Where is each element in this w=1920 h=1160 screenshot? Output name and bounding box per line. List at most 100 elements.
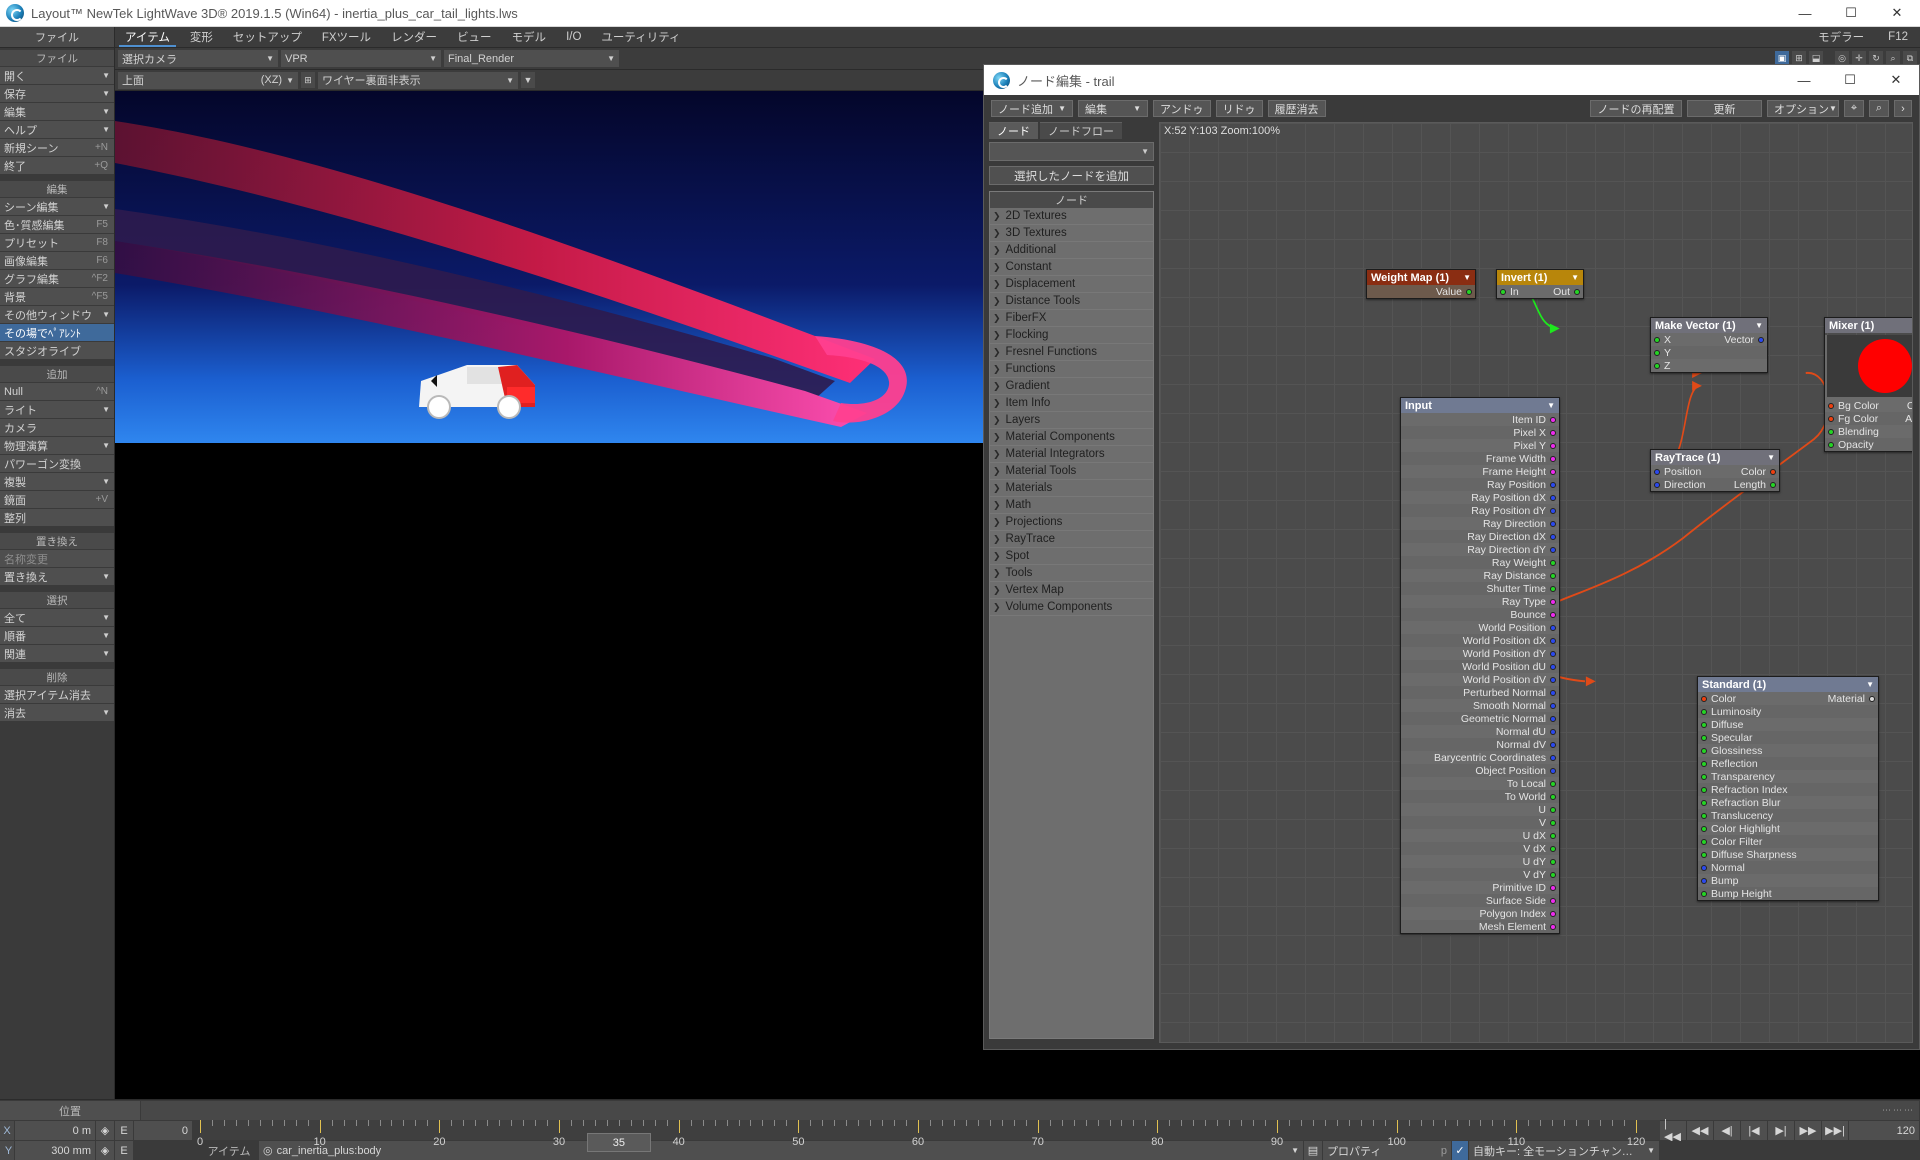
node-port-row[interactable]: Bounce — [1401, 608, 1559, 621]
render-mode-combo[interactable]: VPR ▼ — [281, 50, 441, 67]
chevron-right-icon[interactable]: ❯ — [993, 398, 1001, 409]
sidebar-item-2-3[interactable]: 物理演算 ▼ — [0, 437, 114, 454]
output-port-dot[interactable] — [1550, 455, 1556, 462]
node-standard[interactable]: Standard (1) ▼ Color Material Luminosity Diff… — [1697, 676, 1879, 901]
node-port-row[interactable]: Reflection — [1698, 757, 1878, 770]
node-port-row[interactable]: Pixel Y — [1401, 439, 1559, 452]
item-select-combo[interactable]: ◎ car_inertia_plus:body ▼ — [259, 1141, 1303, 1160]
node-port-row[interactable]: Position Color — [1651, 465, 1779, 478]
node-port-row[interactable]: Color Highlight — [1698, 822, 1878, 835]
chevron-right-icon[interactable]: ❯ — [993, 568, 1001, 579]
node-category-item[interactable]: ❯ FiberFX — [990, 310, 1153, 327]
output-port-dot[interactable] — [1550, 884, 1556, 891]
node-port-row[interactable]: Ray Direction dX — [1401, 530, 1559, 543]
axis-value-x[interactable]: 0 m — [15, 1121, 95, 1140]
node-port-row[interactable]: Ray Distance — [1401, 569, 1559, 582]
output-port-dot[interactable] — [1550, 494, 1556, 501]
chevron-right-icon[interactable]: ❯ — [993, 551, 1001, 562]
output-port-dot[interactable] — [1550, 845, 1556, 852]
chevron-right-icon[interactable]: ❯ — [993, 449, 1001, 460]
output-port-dot[interactable] — [1466, 288, 1472, 295]
chevron-right-icon[interactable]: ❯ — [993, 466, 1001, 477]
node-port-row[interactable]: Primitive ID — [1401, 881, 1559, 894]
node-editor-maximize-button[interactable]: ☐ — [1827, 67, 1873, 94]
search-icon-2[interactable]: ⌕ — [1869, 100, 1889, 117]
input-port-dot[interactable] — [1701, 890, 1707, 897]
node-header[interactable]: Mixer (1)▼ — [1825, 318, 1912, 333]
output-port-dot[interactable] — [1550, 793, 1556, 800]
node-port-row[interactable]: World Position — [1401, 621, 1559, 634]
render-preset-combo[interactable]: Final_Render ▼ — [444, 50, 619, 67]
node-port-row[interactable]: World Position dU — [1401, 660, 1559, 673]
node-port-row[interactable]: Perturbed Normal — [1401, 686, 1559, 699]
timeline-scrollbar[interactable]: ⋯⋯⋯ — [141, 1101, 1919, 1120]
output-port-dot[interactable] — [1550, 624, 1556, 631]
node-port-row[interactable]: X Vector — [1651, 333, 1767, 346]
sidebar-item-0-2[interactable]: 編集 ▼ — [0, 103, 114, 120]
step-back-fast-icon[interactable]: ◀◀ — [1687, 1121, 1713, 1140]
output-port-dot[interactable] — [1550, 650, 1556, 657]
node-port-row[interactable]: Ray Weight — [1401, 556, 1559, 569]
output-port-dot[interactable] — [1550, 871, 1556, 878]
node-port-row[interactable]: Item ID — [1401, 413, 1559, 426]
node-category-item[interactable]: ❯ Fresnel Functions — [990, 344, 1153, 361]
camera-select-combo[interactable]: 選択カメラ ▼ — [118, 50, 278, 67]
node-weight-map[interactable]: Weight Map (1) ▼ Value — [1366, 269, 1476, 299]
input-port-dot[interactable] — [1654, 362, 1660, 369]
output-port-dot[interactable] — [1550, 819, 1556, 826]
sidebar-item-0-0[interactable]: 開く ▼ — [0, 67, 114, 84]
node-port-row[interactable]: Diffuse — [1698, 718, 1878, 731]
sidebar-item-2-1[interactable]: ライト ▼ — [0, 401, 114, 418]
node-editor-window[interactable]: ノード編集 - trail — ☐ ✕ ノード追加 ▼ 編集 ▼ アンドゥ リド… — [983, 64, 1920, 1050]
node-port-row[interactable]: World Position dV — [1401, 673, 1559, 686]
sidebar-item-1-2[interactable]: プリセット F8 — [0, 234, 114, 251]
node-port-row[interactable]: Polygon Index — [1401, 907, 1559, 920]
node-port-row[interactable]: Ray Direction dY — [1401, 543, 1559, 556]
sidebar-item-3-1[interactable]: 置き換え ▼ — [0, 568, 114, 585]
node-search-input[interactable] — [994, 145, 1142, 158]
node-port-row[interactable]: Refraction Blur — [1698, 796, 1878, 809]
node-port-row[interactable]: Blending — [1825, 425, 1912, 438]
chevron-right-icon[interactable]: ❯ — [993, 500, 1001, 511]
redo-button[interactable]: リドゥ — [1215, 100, 1263, 117]
input-port-dot[interactable] — [1654, 349, 1660, 356]
sidebar-item-4-1[interactable]: 順番 ▼ — [0, 627, 114, 644]
node-port-row[interactable]: To World — [1401, 790, 1559, 803]
node-port-row[interactable]: Value — [1367, 285, 1475, 298]
output-port-dot[interactable] — [1550, 585, 1556, 592]
output-port-dot[interactable] — [1550, 702, 1556, 709]
node-port-row[interactable]: Surface Side — [1401, 894, 1559, 907]
grid-icon[interactable]: ⊞ — [301, 72, 315, 88]
chevron-right-icon[interactable]: ❯ — [993, 330, 1001, 341]
node-category-item[interactable]: ❯ Constant — [990, 259, 1153, 276]
tab-nodeflow[interactable]: ノードフロー — [1040, 122, 1122, 139]
input-port-dot[interactable] — [1828, 441, 1834, 448]
output-port-dot[interactable] — [1550, 897, 1556, 904]
sidebar-item-1-6[interactable]: その他ウィンドウ ▼ — [0, 306, 114, 323]
input-port-dot[interactable] — [1701, 825, 1707, 832]
axis-value-y[interactable]: 300 mm — [15, 1141, 95, 1160]
node-header[interactable]: Make Vector (1) ▼ — [1651, 318, 1767, 333]
tab-modify[interactable]: 変形 — [180, 27, 223, 47]
node-port-row[interactable]: To Local — [1401, 777, 1559, 790]
node-port-row[interactable]: Shutter Time — [1401, 582, 1559, 595]
output-port-dot[interactable] — [1550, 858, 1556, 865]
node-header[interactable]: RayTrace (1) ▼ — [1651, 450, 1779, 465]
modeler-button[interactable]: モデラー — [1806, 27, 1876, 47]
node-category-item[interactable]: ❯ Flocking — [990, 327, 1153, 344]
output-port-dot[interactable] — [1550, 637, 1556, 644]
node-category-item[interactable]: ❯ Projections — [990, 514, 1153, 531]
sidebar-item-1-3[interactable]: 画像編集 F6 — [0, 252, 114, 269]
input-port-dot[interactable] — [1701, 851, 1707, 858]
sidebar-item-0-3[interactable]: ヘルプ ▼ — [0, 121, 114, 138]
chevron-down-icon[interactable]: ▼ — [1767, 453, 1775, 462]
node-category-item[interactable]: ❯ Vertex Map — [990, 582, 1153, 599]
node-category-item[interactable]: ❯ Material Tools — [990, 463, 1153, 480]
node-port-row[interactable]: V — [1401, 816, 1559, 829]
output-port-dot[interactable] — [1550, 780, 1556, 787]
input-port-dot[interactable] — [1701, 864, 1707, 871]
output-port-dot[interactable] — [1550, 468, 1556, 475]
ease-button-x[interactable]: E — [115, 1121, 133, 1140]
node-header[interactable]: Input ▼ — [1401, 398, 1559, 413]
node-port-row[interactable]: Geometric Normal — [1401, 712, 1559, 725]
